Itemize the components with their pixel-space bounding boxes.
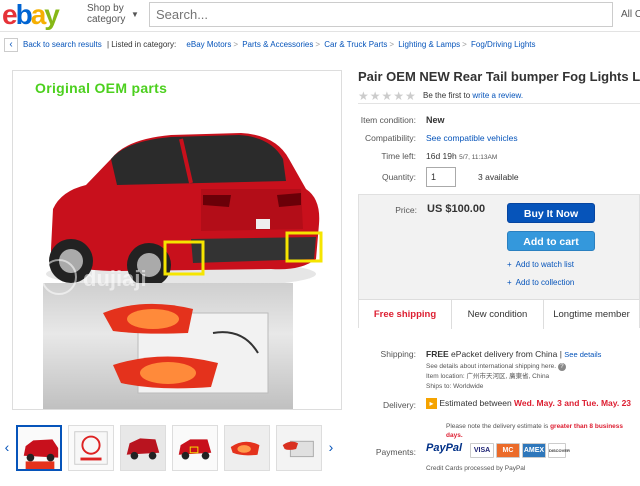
available-count: 3 available <box>478 172 519 182</box>
free-shipping-badge: Free shipping <box>373 309 437 320</box>
back-to-results-link[interactable]: Back to search results <box>23 40 102 49</box>
ebay-logo[interactable]: ebay <box>2 1 60 29</box>
feature-badges: Free shipping New condition Longtime mem… <box>359 299 639 329</box>
amex-icon: AMEX <box>522 443 546 458</box>
lamp-photo <box>43 283 293 409</box>
breadcrumb: ‹ Back to search results | Listed in cate… <box>4 36 536 53</box>
see-details-link[interactable]: See details <box>564 350 601 359</box>
delivery-label: Delivery: <box>382 400 416 410</box>
plus-icon: + <box>507 278 512 287</box>
breadcrumb-item-car-truck[interactable]: Car & Truck Parts <box>324 40 387 49</box>
thumbnail[interactable] <box>120 425 166 471</box>
thumbnail[interactable] <box>276 425 322 471</box>
thumbnail[interactable] <box>68 425 114 471</box>
breadcrumb-item-ebay-motors[interactable]: eBay Motors <box>186 40 231 49</box>
delivery-note: Please note the delivery estimate is gre… <box>446 423 624 439</box>
paypal-note: Credit Cards processed by PayPal <box>426 465 526 472</box>
listed-in-label: | Listed in category: <box>106 40 177 49</box>
compatibility-label: Compatibility: <box>364 133 416 143</box>
price-value: US $100.00 <box>427 203 486 215</box>
header-bar: ebay Shop by category ▼ All C <box>0 0 640 32</box>
visa-icon: VISA <box>470 443 494 458</box>
mastercard-icon: MC <box>496 443 520 458</box>
add-to-watch-list-link[interactable]: + Add to watch list <box>507 259 574 271</box>
watermark-text: dujiaji <box>83 266 147 291</box>
main-product-image[interactable]: Original OEM parts dujiaji <box>12 70 342 410</box>
condition-label: Item condition: <box>360 115 416 125</box>
clock-icon: ▸ <box>426 398 437 410</box>
time-left-value: 16d 19h <box>426 151 457 161</box>
rating-row: ★★★★★ Be the first to write a review. <box>358 88 640 104</box>
buy-it-now-button[interactable]: Buy It Now <box>507 203 595 223</box>
shipping-info: FREE ePacket delivery from China | See d… <box>426 349 602 359</box>
help-icon[interactable]: ? <box>557 363 566 371</box>
add-to-collection-link[interactable]: + Add to collection <box>507 277 574 289</box>
breadcrumb-item-parts[interactable]: Parts & Accessories <box>242 40 313 49</box>
item-location: Item location: 广州市天河区, 廣東省, China <box>426 373 550 380</box>
back-arrow-icon[interactable]: ‹ <box>4 37 18 52</box>
star-rating-icon: ★★★★★ <box>358 89 417 103</box>
ships-to: Ships to: Worldwide <box>426 383 484 390</box>
search-input[interactable] <box>150 3 618 26</box>
thumbnail[interactable] <box>172 425 218 471</box>
price-label: Price: <box>395 205 417 215</box>
oem-overlay-label: Original OEM parts <box>35 80 168 96</box>
condition-value: New <box>426 115 445 125</box>
quantity-label: Quantity: <box>381 172 416 182</box>
payments-label: Payments: <box>375 447 416 457</box>
paypal-logo: PayPal <box>426 442 463 454</box>
discover-icon: DISCOVER <box>548 443 570 458</box>
time-left-detail: 5/7, 11:13AM <box>459 154 498 161</box>
delivery-estimate: ▸ Estimated between Wed. May. 3 and Tue.… <box>426 398 638 410</box>
compatible-vehicles-link[interactable]: See compatible vehicles <box>426 133 518 143</box>
breadcrumb-item-lighting[interactable]: Lighting & Lamps <box>398 40 460 49</box>
longtime-member-badge: Longtime member <box>543 300 639 329</box>
thumbnail-strip: ‹ › <box>2 425 340 471</box>
quantity-input[interactable]: 1 <box>426 167 456 187</box>
shop-by-category-button[interactable]: Shop by category <box>87 3 125 25</box>
free-shipping-value: FREE <box>426 349 449 359</box>
shipping-label: Shipping: <box>380 349 416 359</box>
thumbs-next-icon[interactable]: › <box>326 439 336 455</box>
category-select[interactable]: All C <box>612 2 640 27</box>
chevron-down-icon: ▼ <box>131 10 139 19</box>
watermark-circle <box>41 259 77 295</box>
delivery-dates: Wed. May. 3 and Tue. May. 23 <box>514 398 632 408</box>
breadcrumb-item-fog-lights[interactable]: Fog/Driving Lights <box>471 40 535 49</box>
thumbnail[interactable] <box>16 425 62 471</box>
time-left-label: Time left: <box>381 151 416 161</box>
plus-icon: + <box>507 260 512 269</box>
add-to-cart-button[interactable]: Add to cart <box>507 231 595 251</box>
search-box <box>149 2 619 27</box>
thumbs-prev-icon[interactable]: ‹ <box>2 439 12 455</box>
buy-box: Price: US $100.00 Buy It Now Add to cart… <box>358 194 640 329</box>
write-review-link[interactable]: write a review. <box>472 91 523 100</box>
new-condition-badge: New condition <box>451 300 543 329</box>
intl-shipping-note: See details about international shipping… <box>426 363 557 370</box>
thumbnail[interactable] <box>224 425 270 471</box>
listing-title: Pair OEM NEW Rear Tail bumper Fog Lights… <box>358 69 640 84</box>
